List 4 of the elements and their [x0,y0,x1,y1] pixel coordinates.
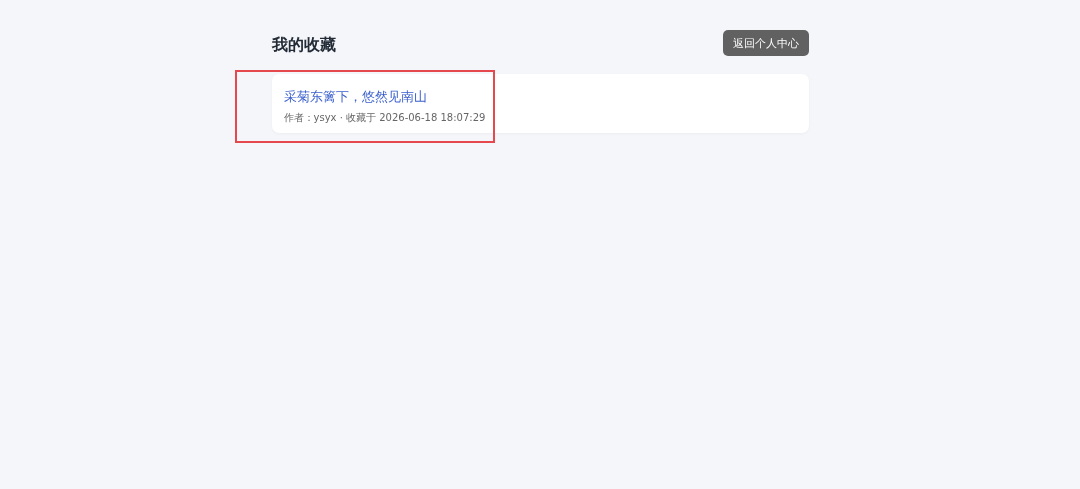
article-link[interactable]: 采菊东篱下，悠然见南山 [283,89,427,105]
page-title: 我的收藏 [271,34,336,56]
back-button[interactable]: 返回个人中心 [722,30,809,56]
favorite-meta: 作者：ysyx · 收藏于 2026-06-18 18:07:29 [283,111,487,124]
